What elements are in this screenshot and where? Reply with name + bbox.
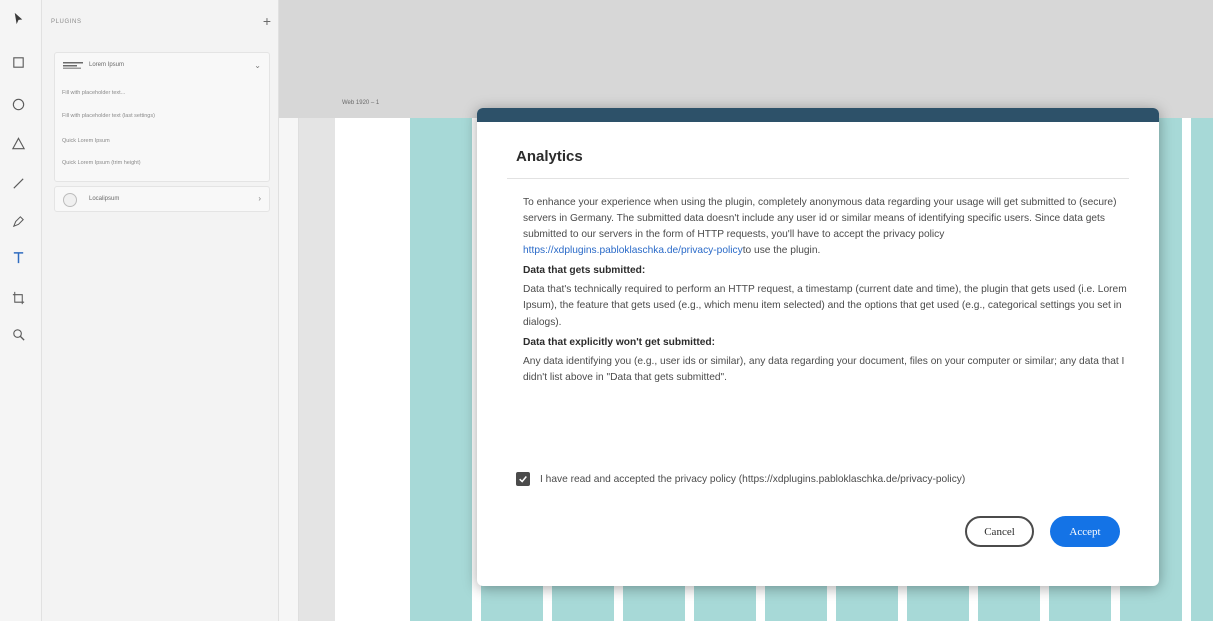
panel-header: PLUGINS + bbox=[51, 14, 271, 32]
plugin-name: Localipsum bbox=[89, 196, 120, 202]
chevron-down-icon: ⌄ bbox=[254, 61, 261, 70]
artboard-gap bbox=[299, 118, 335, 621]
localipsum-logo-icon bbox=[63, 193, 77, 207]
tool-rail bbox=[0, 0, 42, 621]
text-icon[interactable] bbox=[9, 248, 27, 266]
menu-item-fill-placeholder[interactable]: Fill with placeholder text... bbox=[62, 90, 125, 96]
lorem-ipsum-logo-icon bbox=[63, 62, 83, 69]
plugin-card-localipsum[interactable]: Localipsum › bbox=[54, 186, 270, 212]
menu-item-quick-lorem[interactable]: Quick Lorem Ipsum bbox=[62, 138, 110, 144]
artboard-edge bbox=[279, 118, 299, 621]
checkmark-icon bbox=[519, 476, 527, 483]
pen-icon[interactable] bbox=[9, 212, 27, 230]
select-arrow-icon[interactable] bbox=[9, 9, 27, 27]
privacy-consent-row: I have read and accepted the privacy pol… bbox=[516, 471, 965, 487]
layout-grid-column bbox=[1191, 118, 1213, 621]
zoom-icon[interactable] bbox=[9, 325, 27, 343]
dialog-title: Analytics bbox=[516, 148, 583, 165]
intro-suffix: to use the plugin. bbox=[742, 245, 821, 257]
layout-grid-column bbox=[410, 118, 472, 621]
dialog-title-bar bbox=[477, 108, 1159, 122]
submitted-heading: Data that gets submitted: bbox=[523, 265, 646, 277]
privacy-consent-label[interactable]: I have read and accepted the privacy pol… bbox=[540, 474, 965, 485]
artboard-label[interactable]: Web 1920 – 1 bbox=[342, 100, 379, 106]
intro-text: To enhance your experience when using th… bbox=[523, 197, 1117, 241]
line-icon[interactable] bbox=[9, 174, 27, 192]
artboard-icon[interactable] bbox=[9, 288, 27, 306]
add-plugin-button[interactable]: + bbox=[263, 14, 271, 28]
intro-paragraph: To enhance your experience when using th… bbox=[523, 195, 1135, 259]
plugin-card-lorem-ipsum: Lorem Ipsum ⌄ Fill with placeholder text… bbox=[54, 52, 270, 182]
plugin-header[interactable]: Lorem Ipsum ⌄ bbox=[55, 53, 269, 79]
cancel-button[interactable]: Cancel bbox=[965, 516, 1034, 547]
submitted-text: Data that's technically required to perf… bbox=[523, 284, 1127, 328]
accept-button[interactable]: Accept bbox=[1050, 516, 1120, 547]
analytics-dialog: Analytics To enhance your experience whe… bbox=[477, 108, 1159, 586]
chevron-right-icon: › bbox=[258, 194, 261, 203]
privacy-policy-link[interactable]: https://xdplugins.pabloklaschka.de/priva… bbox=[523, 245, 743, 256]
not-submitted-text: Any data identifying you (e.g., user ids… bbox=[523, 355, 1125, 383]
dialog-body: To enhance your experience when using th… bbox=[523, 195, 1135, 386]
menu-item-quick-lorem-trim[interactable]: Quick Lorem Ipsum (trim height) bbox=[62, 160, 141, 166]
panel-title: PLUGINS bbox=[51, 19, 82, 25]
privacy-consent-checkbox[interactable] bbox=[516, 472, 530, 486]
ellipse-icon[interactable] bbox=[9, 95, 27, 113]
rectangle-icon[interactable] bbox=[9, 53, 27, 71]
not-submitted-heading: Data that explicitly won't get submitted… bbox=[523, 336, 716, 348]
plugins-panel: PLUGINS + Lorem Ipsum ⌄ Fill with placeh… bbox=[42, 0, 279, 621]
divider bbox=[507, 178, 1129, 179]
polygon-icon[interactable] bbox=[9, 134, 27, 152]
plugin-name: Lorem Ipsum bbox=[89, 62, 125, 68]
pasteboard bbox=[279, 0, 1213, 118]
menu-item-fill-placeholder-last[interactable]: Fill with placeholder text (last setting… bbox=[62, 113, 155, 119]
